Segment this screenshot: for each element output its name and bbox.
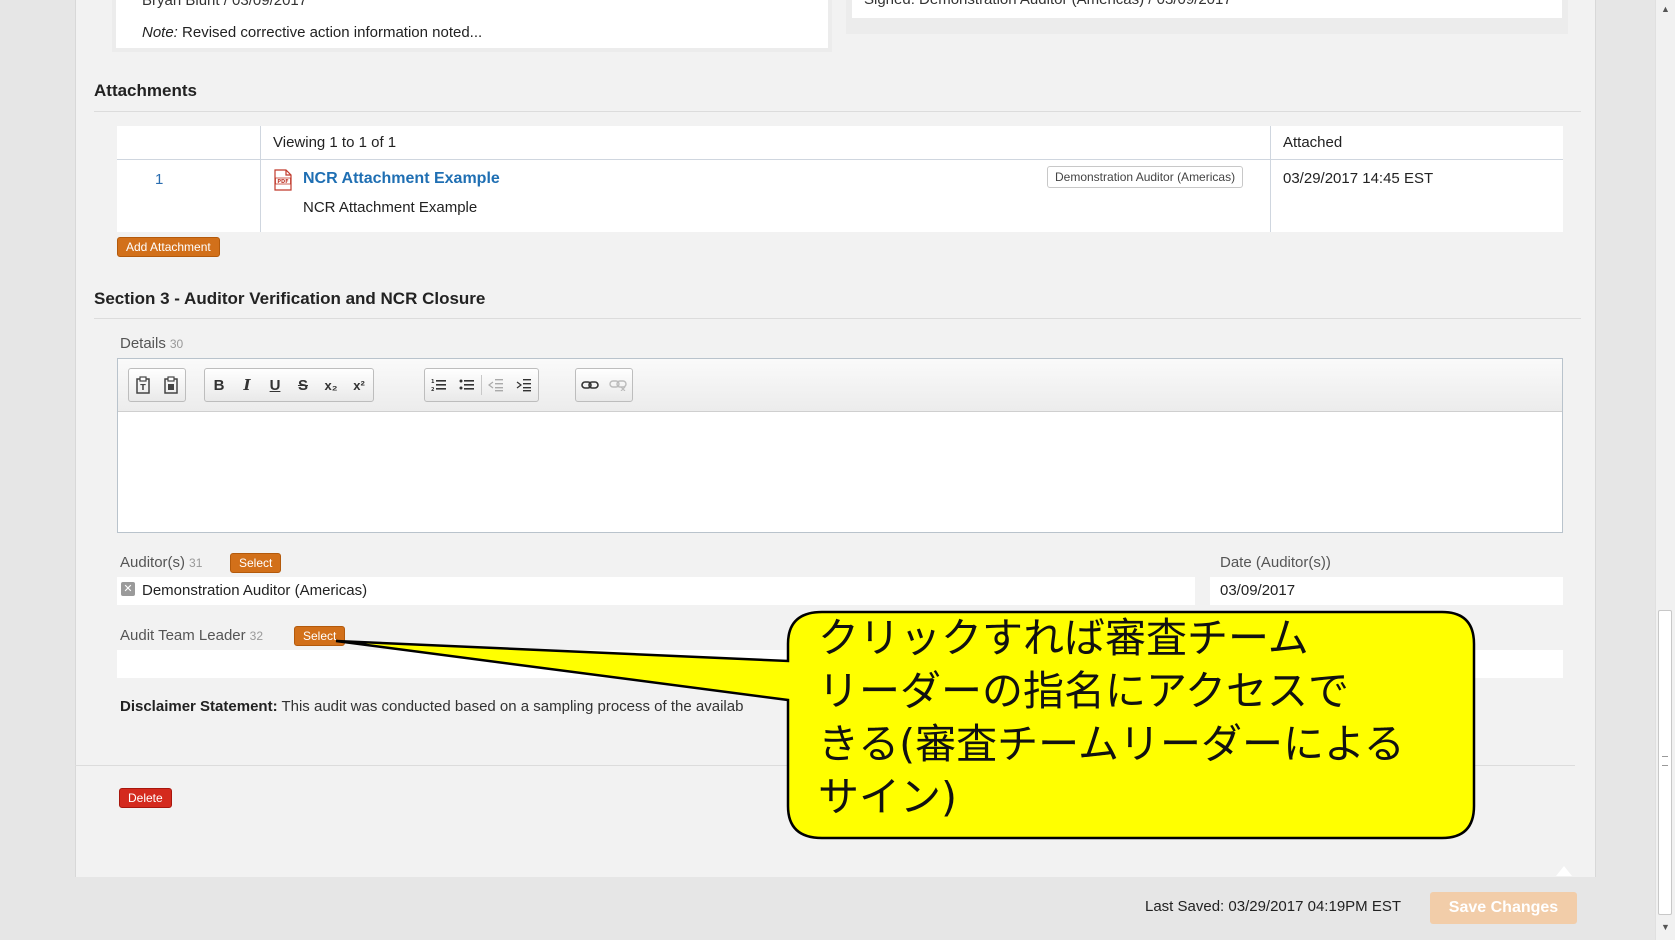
callout-line: リーダーの指名にアクセスで	[818, 667, 1349, 715]
callout-line: きる(審査チームリーダーによる	[818, 720, 1405, 768]
callout-text: クリックすれば審査チーム リーダーの指名にアクセスで きる(審査チームリーダーに…	[818, 612, 1478, 824]
callout-line: クリックすれば審査チーム	[818, 614, 1309, 662]
callout-line: サイン)	[818, 773, 957, 821]
